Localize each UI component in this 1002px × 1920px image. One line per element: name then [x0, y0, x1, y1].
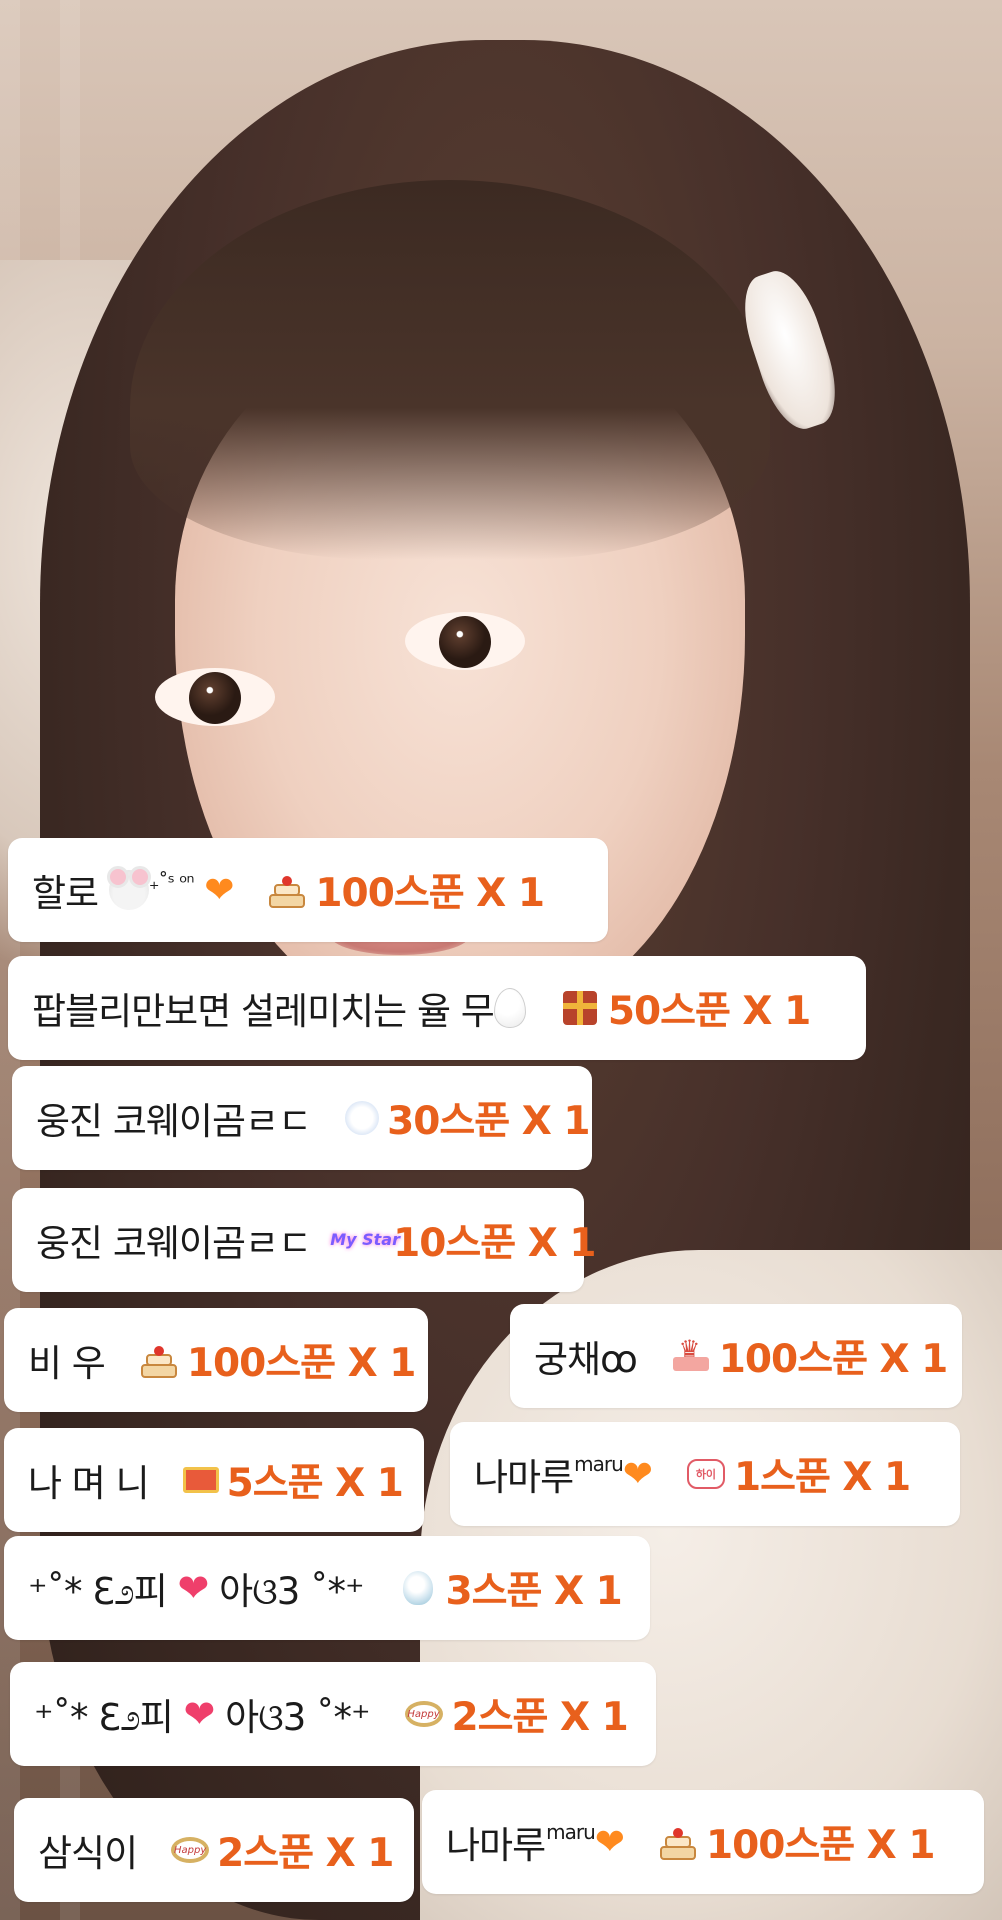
- gift-message: ⁺˚* ℇ೨피 ❤ 아ଓ3 ˚*⁺ Happy 2스푼 X 1: [10, 1662, 656, 1766]
- cake-icon: [658, 1822, 698, 1862]
- gift-amount: 100스푼 X 1: [718, 1337, 949, 1382]
- gift-message: 웅진 코웨이곰ㄹㄷ 30스푼 X 1: [12, 1066, 592, 1170]
- gift-message: 나 며 니 5스푼 X 1: [4, 1428, 424, 1532]
- gift-amount: 2스푼 X 1: [451, 1695, 629, 1740]
- happy-wreath-icon: Happy: [404, 1694, 444, 1734]
- gift-amount: 100스푼 X 1: [315, 871, 545, 916]
- gift-box-icon: [560, 988, 600, 1028]
- pink-heart-icon: ❤: [177, 1566, 210, 1610]
- nickname: ⁺˚* ℇ೨피 ❤ 아ଓ3 ˚*⁺: [34, 1692, 371, 1739]
- snow-globe-icon: [398, 1568, 438, 1608]
- gift-message: 나마루 maru ❤ 100스푼 X 1: [422, 1790, 984, 1894]
- gift-amount: 30스푼 X 1: [387, 1099, 590, 1144]
- gift-message: 나마루 maru ❤ 하이 1스푼 X 1: [450, 1422, 960, 1526]
- orange-heart-icon: ❤: [204, 869, 234, 911]
- nickname: 나마루 maru ❤: [446, 1820, 625, 1867]
- gift-amount: 100스푼 X 1: [186, 1341, 417, 1386]
- bear-icon: [345, 1098, 380, 1138]
- speech-bubble-icon: 하이: [686, 1454, 726, 1494]
- nickname: ⁺˚* ℇ೨피 ❤ 아ଓ3 ˚*⁺: [28, 1566, 365, 1613]
- crown-cake-icon: [671, 1335, 711, 1376]
- treasure-box-icon: [182, 1460, 219, 1500]
- nickname: 나마루 maru ❤: [474, 1452, 653, 1499]
- gift-message: 할로 ₊˚ˢ ᵒⁿ ❤ 100스푼 X 1: [8, 838, 608, 942]
- nickname: 궁채ꝏ: [534, 1338, 638, 1381]
- nickname: 할로 ₊˚ˢ ᵒⁿ ❤: [32, 866, 234, 915]
- gift-message: 삼식이 Happy 2스푼 X 1: [14, 1798, 414, 1902]
- mouse-emoji-icon: [106, 866, 151, 910]
- cake-icon: [267, 870, 307, 910]
- gift-message: 팝블리만보면 설레미치는 율 무 50스푼 X 1: [8, 956, 866, 1060]
- gift-amount: 1스푼 X 1: [733, 1455, 911, 1500]
- happy-wreath-icon: Happy: [171, 1830, 210, 1870]
- gift-amount: 5스푼 X 1: [226, 1461, 404, 1506]
- gift-amount: 2스푼 X 1: [217, 1831, 394, 1876]
- gift-amount: 100스푼 X 1: [705, 1823, 936, 1868]
- nickname: 삼식이: [38, 1832, 138, 1875]
- egg-icon: [493, 988, 526, 1028]
- gift-message: 비 우 100스푼 X 1: [4, 1308, 428, 1412]
- gift-amount: 50스푼 X 1: [607, 989, 811, 1034]
- nickname: 팝블리만보면 설레미치는 율 무: [32, 981, 526, 1035]
- my-star-icon: My Star: [330, 1229, 400, 1249]
- pink-heart-icon: ❤: [183, 1692, 216, 1736]
- gift-message: ⁺˚* ℇ೨피 ❤ 아ଓ3 ˚*⁺ 3스푼 X 1: [4, 1536, 650, 1640]
- gift-amount: 3스푼 X 1: [445, 1569, 623, 1614]
- nickname: 웅진 코웨이곰ㄹㄷ: [36, 1100, 312, 1143]
- orange-heart-icon: ❤: [594, 1821, 625, 1863]
- gift-message: 웅진 코웨이곰ㄹㄷ My Star 10스푼 X 1: [12, 1188, 597, 1292]
- nickname: 나 며 니: [28, 1462, 150, 1505]
- orange-heart-icon: ❤: [622, 1453, 653, 1495]
- gift-amount: 10스푼 X 1: [393, 1221, 596, 1266]
- nickname: 웅진 코웨이곰ㄹㄷ: [36, 1222, 312, 1265]
- gift-message: 궁채ꝏ 100스푼 X 1: [510, 1304, 962, 1408]
- cake-icon: [139, 1340, 179, 1380]
- nickname: 비 우: [28, 1342, 106, 1385]
